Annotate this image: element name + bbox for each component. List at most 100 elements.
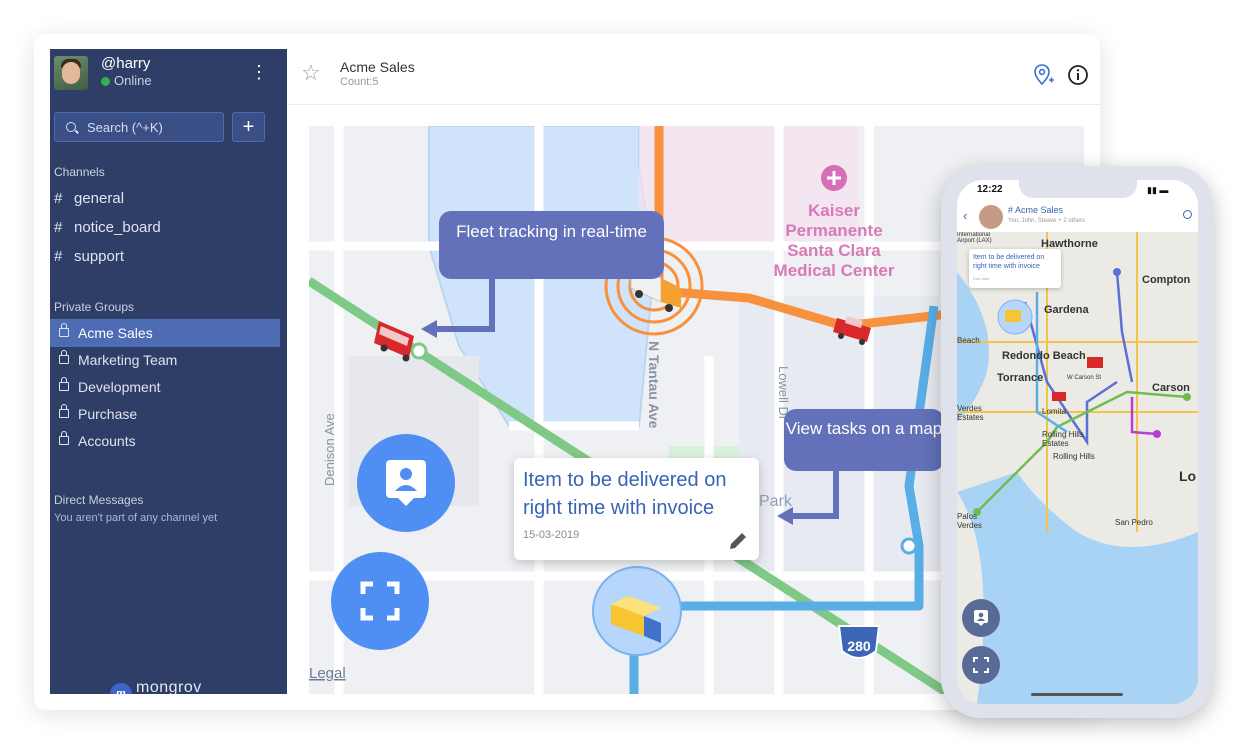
legal-link[interactable]: Legal [309, 665, 346, 682]
channel-item-general[interactable]: # general [54, 190, 124, 207]
private-groups-heading: Private Groups [54, 300, 135, 314]
phone-task-date: Due date [973, 276, 990, 281]
search-icon [66, 122, 76, 132]
place-rolling-hills: Rolling Hills [1053, 452, 1095, 461]
phone-map[interactable]: Hawthorne Gardena Redondo Beach Torrance… [957, 232, 1198, 704]
brand-name: mongrov [136, 679, 202, 694]
more-options-icon[interactable]: ⋮ [250, 61, 268, 83]
lock-icon [59, 323, 69, 337]
lock-icon [59, 431, 69, 445]
home-indicator [1031, 693, 1123, 696]
highway-label: 280 [847, 638, 871, 654]
place-san-pedro: San Pedro [1115, 518, 1153, 527]
channels-heading: Channels [54, 165, 105, 179]
place-w-carson-st: W Carson St [1067, 375, 1102, 381]
place-carson: Carson [1152, 382, 1190, 394]
phone-title: # Acme Sales [1008, 205, 1064, 215]
place-rolling-hills-estates: Rolling Hills Estates [1042, 430, 1084, 448]
back-chevron-icon[interactable]: ‹ [963, 208, 967, 223]
group-label: Acme Sales [78, 325, 153, 341]
group-item-accounts[interactable]: Accounts [50, 427, 280, 455]
hash-icon: # [54, 190, 63, 207]
place-redondo-beach: Redondo Beach [1002, 350, 1086, 362]
avatar[interactable] [54, 56, 88, 90]
contact-card-icon [386, 460, 426, 506]
hospital-label-1: Kaiser [808, 201, 860, 220]
fullscreen-icon [360, 581, 400, 621]
channel-label: support [74, 248, 125, 265]
direct-messages-empty-note: You aren't part of any channel yet [54, 512, 218, 524]
user-status: Online [101, 73, 152, 88]
brand-logo: m mongrov [110, 679, 202, 694]
star-icon[interactable]: ☆ [301, 60, 321, 86]
hash-icon: # [54, 219, 63, 236]
group-item-marketing-team[interactable]: Marketing Team [50, 346, 280, 374]
group-label: Purchase [78, 406, 138, 422]
phone-mockup: 12:22 ▮▮ ▬ ‹ # Acme Sales You, John, Ste… [941, 166, 1213, 718]
lock-icon [59, 350, 69, 364]
group-item-acme-sales[interactable]: Acme Sales [50, 319, 280, 347]
phone-contact-card-button[interactable] [962, 599, 1000, 637]
fullscreen-button[interactable] [331, 552, 429, 650]
phone-time: 12:22 [977, 184, 1003, 195]
phone-fullscreen-button[interactable] [962, 646, 1000, 684]
phone-subtitle: You, John, Steave + 2 others [1008, 218, 1086, 224]
phone-notch [1019, 180, 1137, 198]
contact-card-button[interactable] [357, 434, 455, 532]
edit-pencil-icon[interactable] [727, 530, 749, 552]
mongrov-logo-icon: m [110, 683, 132, 694]
channel-item-notice-board[interactable]: # notice_board [54, 219, 161, 236]
member-count: Count:5 [340, 76, 379, 88]
group-label: Accounts [78, 433, 136, 449]
info-icon[interactable] [1067, 64, 1089, 86]
phone-header: ‹ # Acme Sales You, John, Steave + 2 oth… [957, 202, 1198, 233]
phone-contact-card-icon [974, 610, 988, 626]
place-compton: Compton [1142, 274, 1191, 286]
phone-task-tooltip[interactable]: Item to be delivered on right time with … [969, 249, 1061, 288]
place-lax: International Airport (LAX) [957, 232, 992, 244]
channel-header: ☆ Acme Sales Count:5 [287, 49, 1100, 105]
group-label: Marketing Team [78, 352, 178, 368]
task-date: 15-03-2019 [523, 529, 580, 541]
user-handle: @harry [101, 55, 151, 72]
street-label-denison: Denison Ave [322, 413, 337, 486]
phone-search-icon[interactable] [1183, 210, 1192, 219]
view-tasks-callout: View tasks on a map [784, 409, 944, 471]
place-lo: Lo [1179, 468, 1197, 484]
place-verdes-estates: Verdes Estates [957, 404, 984, 422]
group-item-development[interactable]: Development [50, 373, 280, 401]
park-label: Park [759, 493, 793, 510]
search-input[interactable]: Search (^+K) [54, 112, 224, 142]
hash-icon: # [54, 248, 63, 265]
page-title: Acme Sales [340, 59, 415, 75]
place-gardena: Gardena [1044, 304, 1089, 316]
online-dot-icon [101, 77, 110, 86]
group-item-purchase[interactable]: Purchase [50, 400, 280, 428]
search-placeholder: Search (^+K) [87, 120, 163, 135]
direct-messages-heading: Direct Messages [54, 493, 144, 507]
channel-item-support[interactable]: # support [54, 248, 124, 265]
task-title: Item to be delivered on right time with … [523, 469, 727, 519]
add-button[interactable]: + [232, 112, 265, 142]
user-status-label: Online [114, 73, 152, 88]
street-label-tantau: N Tantau Ave [646, 341, 662, 429]
place-torrance: Torrance [997, 372, 1044, 384]
lock-icon [59, 377, 69, 391]
lock-icon [59, 404, 69, 418]
phone-task-title: Item to be delivered on right time with … [973, 254, 1045, 270]
place-palos-verdes: Palos Verdes [957, 512, 982, 530]
place-beach: Beach [957, 336, 980, 345]
phone-fullscreen-icon [973, 657, 989, 673]
add-location-icon[interactable] [1031, 63, 1055, 87]
signal-battery-icon: ▮▮ ▬ [1147, 185, 1169, 195]
phone-screen: 12:22 ▮▮ ▬ ‹ # Acme Sales You, John, Ste… [957, 180, 1198, 704]
group-label: Development [78, 379, 161, 395]
phone-map-canvas [957, 232, 1198, 704]
hospital-label-3: Santa Clara [787, 241, 881, 260]
hospital-label-4: Medical Center [774, 261, 895, 280]
hospital-label-2: Permanente [785, 221, 882, 240]
task-tooltip[interactable]: Item to be delivered on right time with … [514, 458, 759, 560]
sidebar: @harry Online ⋮ Search (^+K) + Channels … [50, 49, 287, 694]
place-lomita: Lomita [1042, 407, 1067, 416]
fleet-tracking-callout: Fleet tracking in real-time [439, 211, 664, 279]
